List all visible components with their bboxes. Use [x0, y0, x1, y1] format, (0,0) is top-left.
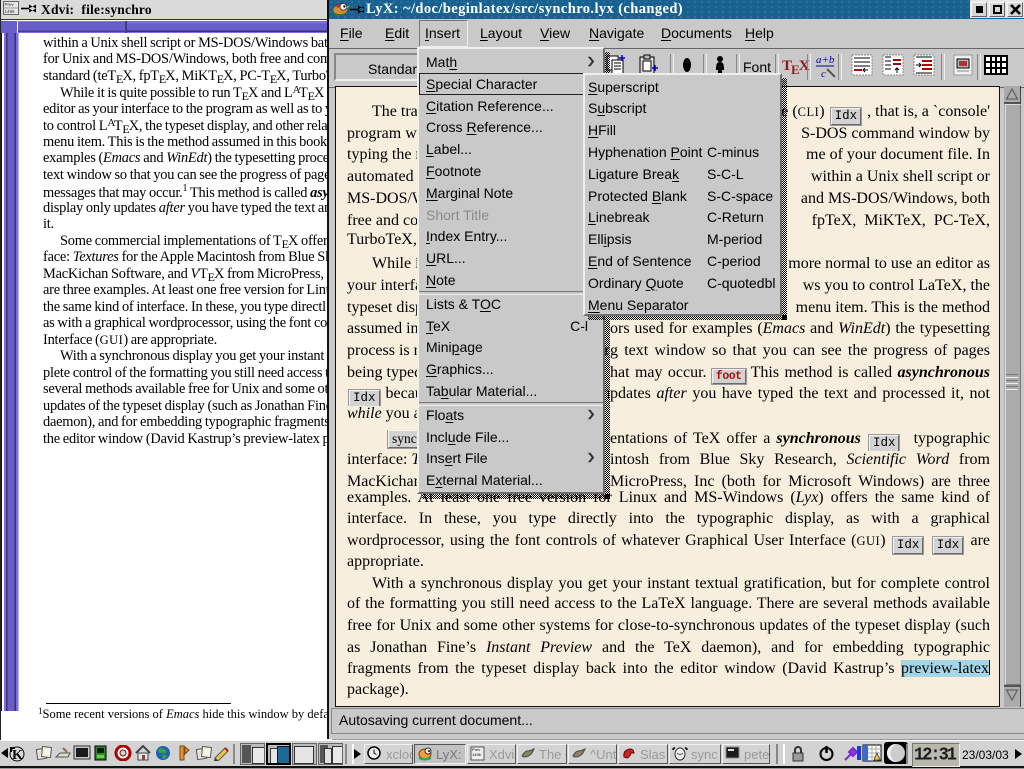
svg-text:a+b: a+b [816, 54, 835, 66]
svg-text:c: c [821, 68, 826, 79]
svg-text:Prev: Prev [5, 2, 15, 7]
svg-text:K: K [12, 748, 23, 763]
svg-text:1496: 1496 [472, 752, 482, 757]
svg-text:1496: 1496 [5, 9, 16, 14]
